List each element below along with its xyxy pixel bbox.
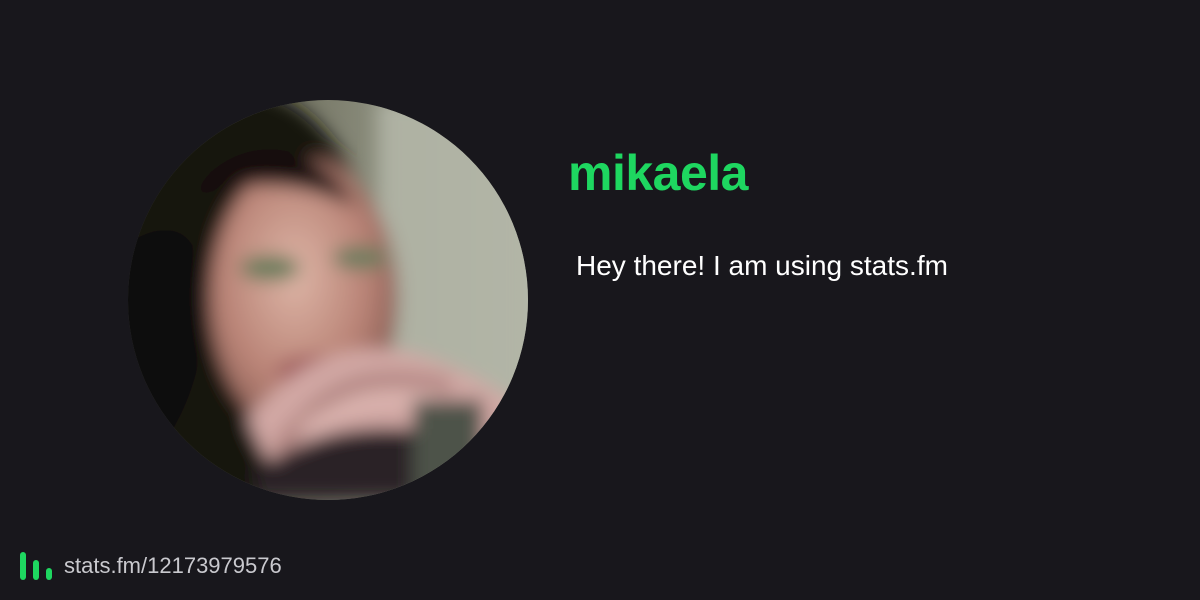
profile-share-card: mikaela Hey there! I am using stats.fm s… xyxy=(0,0,1200,600)
profile-avatar xyxy=(128,100,528,500)
footer: stats.fm/12173979576 xyxy=(20,550,282,582)
profile-name: mikaela xyxy=(568,145,748,201)
stats-bars-icon xyxy=(20,552,52,580)
profile-url: stats.fm/12173979576 xyxy=(64,553,282,578)
profile-bio: Hey there! I am using stats.fm xyxy=(576,250,948,281)
